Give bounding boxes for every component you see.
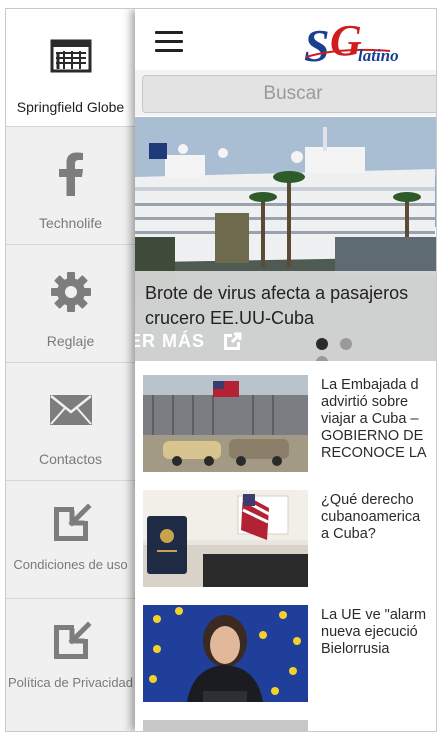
news-thumbnail — [143, 720, 308, 731]
carousel-dot[interactable] — [316, 338, 328, 350]
drawer-item-label: Política de Privacidad — [8, 675, 134, 690]
carousel-dot[interactable] — [316, 356, 328, 361]
search-bar-area: Buscar — [135, 70, 436, 116]
search-input[interactable]: Buscar — [142, 75, 436, 113]
news-list-item[interactable]: La UE ve "alarm nueva ejecució Bielorrus… — [135, 605, 436, 720]
app-window: Springfield Globe Technolife Reglaje Con… — [5, 8, 437, 732]
brand-logo[interactable]: S G latino — [300, 16, 410, 73]
drawer-item-label: Technolife — [38, 215, 103, 231]
hero-caption: Brote de virus afecta a pasajeros crucer… — [135, 271, 436, 361]
app-header: S G latino — [135, 9, 436, 75]
news-thumbnail — [143, 490, 308, 587]
main-panel: S G latino Buscar Brote de virus afecta … — [135, 9, 436, 731]
newspaper-icon — [6, 31, 135, 81]
drawer-item-politica-de-privacidad[interactable]: Política de Privacidad — [6, 599, 135, 716]
drawer-item-technolife[interactable]: Technolife — [6, 127, 135, 245]
hero-title-line: crucero EE.UU-Cuba — [145, 308, 315, 328]
drawer-item-label: Springfield Globe — [16, 99, 125, 115]
carousel-dot[interactable] — [340, 338, 352, 350]
hero-title[interactable]: Brote de virus afecta a pasajeros crucer… — [145, 281, 436, 331]
gear-icon — [6, 267, 135, 317]
menu-icon[interactable] — [155, 31, 183, 53]
external-link-icon — [221, 331, 243, 353]
news-title[interactable]: La Embajada d advirtió sobre viajar a Cu… — [321, 377, 436, 471]
side-drawer: Springfield Globe Technolife Reglaje Con… — [6, 9, 135, 731]
external-link-icon — [6, 499, 135, 549]
carousel-pagination — [316, 337, 386, 361]
hero-title-line: Brote de virus afecta a pasajeros — [145, 283, 409, 303]
news-thumbnail — [143, 375, 308, 472]
read-more-link[interactable]: ER MÁS — [135, 331, 205, 352]
external-link-icon — [6, 617, 135, 667]
news-thumbnail — [143, 605, 308, 702]
mail-icon — [6, 385, 135, 435]
svg-text:latino: latino — [358, 46, 399, 65]
hero-carousel[interactable]: Brote de virus afecta a pasajeros crucer… — [135, 117, 436, 361]
drawer-item-springfield-globe[interactable]: Springfield Globe — [6, 9, 135, 127]
news-title[interactable]: ¿Qué derecho cubanoamerica a Cuba? — [321, 492, 436, 586]
news-list-item[interactable]: ¿Qué derecho cubanoamerica a Cuba? — [135, 490, 436, 605]
drawer-item-contactos[interactable]: Contactos — [6, 363, 135, 481]
news-list-item[interactable]: La Embajada d advirtió sobre viajar a Cu… — [135, 375, 436, 490]
news-list-item[interactable] — [135, 720, 436, 731]
drawer-item-reglaje[interactable]: Reglaje — [6, 245, 135, 363]
drawer-item-label: Condiciones de uso — [13, 557, 128, 572]
drawer-item-label: Contactos — [38, 451, 103, 467]
drawer-item-label: Reglaje — [46, 333, 95, 349]
facebook-icon — [6, 149, 135, 199]
news-title[interactable]: La UE ve "alarm nueva ejecució Bielorrus… — [321, 607, 436, 701]
svg-text:S: S — [304, 20, 330, 71]
drawer-item-condiciones-de-uso[interactable]: Condiciones de uso — [6, 481, 135, 599]
